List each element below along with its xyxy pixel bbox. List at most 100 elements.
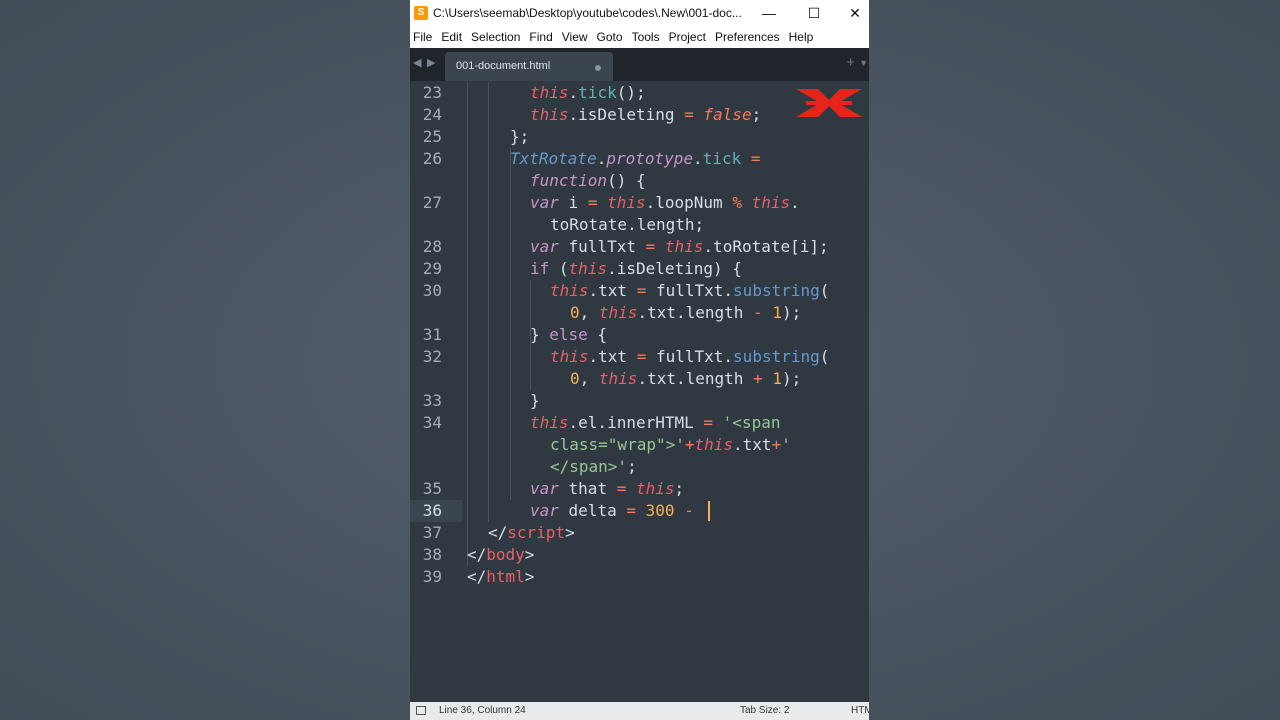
code-token: tick [702, 149, 742, 168]
code-token: else [549, 325, 588, 344]
code-line[interactable]: this.el.innerHTML = '<span [530, 412, 780, 434]
tab-size[interactable]: Tab Size: 2 [740, 705, 789, 716]
code-token: % [732, 193, 742, 212]
menu-edit[interactable]: Edit [441, 30, 468, 44]
menu-view[interactable]: View [562, 30, 594, 44]
minimize-button[interactable]: — [749, 0, 789, 26]
code-token: .el.innerHTML [568, 413, 704, 432]
code-token: .txt [733, 435, 772, 454]
code-token: var [530, 193, 559, 212]
code-line[interactable]: var i = this.loopNum % this. [530, 192, 800, 214]
code-line[interactable]: </body> [467, 544, 534, 566]
code-line[interactable]: </span>'; [550, 456, 637, 478]
channel-logo-icon [796, 89, 862, 117]
code-token: } [530, 325, 550, 344]
code-token: = [626, 501, 636, 520]
code-token: i [558, 193, 588, 212]
panel-toggle-icon[interactable] [416, 706, 426, 715]
code-line[interactable]: class="wrap">'+this.txt+' [550, 434, 791, 456]
title-bar[interactable]: S C:\Users\seemab\Desktop\youtube\codes\… [410, 0, 869, 26]
new-tab-icon[interactable]: + [846, 54, 855, 71]
code-token: this [751, 193, 791, 212]
indent-guide [510, 148, 511, 500]
menu-selection[interactable]: Selection [471, 30, 526, 44]
code-token: ( [549, 259, 569, 278]
code-token: '<span [722, 413, 781, 432]
code-token: this [664, 237, 704, 256]
code-line[interactable]: </html> [467, 566, 534, 588]
maximize-button[interactable]: ☐ [794, 0, 834, 26]
code-line[interactable]: 0, this.txt.length - 1); [570, 302, 801, 324]
code-line[interactable]: TxtRotate.prototype.tick = [510, 148, 761, 170]
code-line[interactable]: }; [510, 126, 529, 148]
indent-guide [488, 82, 489, 522]
code-editor[interactable]: 23 24 25 26 27 28 29 30 31 32 33 34 35 36 37 38 39 this.… [410, 81, 869, 702]
menu-project[interactable]: Project [669, 30, 712, 44]
code-line[interactable]: this.tick(); [530, 82, 646, 104]
code-token: this [530, 83, 569, 102]
code-token: false [703, 105, 752, 124]
menu-tools[interactable]: Tools [632, 30, 666, 44]
code-line[interactable]: } else { [530, 324, 607, 346]
code-line[interactable]: var delta = 300 - [530, 500, 694, 522]
code-token: = [684, 105, 694, 124]
code-line[interactable]: this.isDeleting = false; [530, 104, 761, 126]
code-line[interactable]: } [530, 390, 540, 412]
sublime-text-window: S C:\Users\seemab\Desktop\youtube\codes\… [410, 0, 869, 720]
code-token: this [550, 347, 589, 366]
code-token: substring [733, 281, 820, 300]
code-line[interactable]: </script> [488, 522, 575, 544]
code-token: { [587, 325, 608, 344]
syntax-label[interactable]: HTML [851, 705, 869, 716]
unsaved-dot-icon[interactable] [595, 65, 601, 71]
code-token: if [530, 259, 550, 278]
code-token: function [530, 171, 608, 190]
code-token: delta [558, 501, 627, 520]
code-token: var [530, 237, 559, 256]
tab-next-icon[interactable]: ▶ [427, 56, 435, 69]
code-token: this [635, 479, 675, 498]
code-token: TxtRotate [510, 149, 597, 168]
code-line[interactable]: toRotate.length; [550, 214, 704, 236]
code-line[interactable]: 0, this.txt.length + 1); [570, 368, 801, 390]
tab-001-document[interactable]: 001-document.html [445, 52, 613, 81]
code-token: script [507, 523, 566, 542]
code-token: ); [781, 369, 802, 388]
code-token: ( [819, 281, 830, 300]
tab-dropdown-icon[interactable]: ▼ [859, 58, 868, 68]
code-line[interactable]: var that = this; [530, 478, 684, 500]
code-token: .txt [588, 281, 637, 300]
code-line[interactable]: if (this.isDeleting) { [530, 258, 742, 280]
cursor-position[interactable]: Line 36, Column 24 [439, 705, 526, 716]
code-line[interactable]: this.txt = fullTxt.substring( [550, 346, 829, 368]
menu-find[interactable]: Find [529, 30, 558, 44]
menu-file[interactable]: File [413, 30, 438, 44]
menu-preferences[interactable]: Preferences [715, 30, 786, 44]
code-line[interactable]: function() { [530, 170, 646, 192]
code-line[interactable]: this.txt = fullTxt.substring( [550, 280, 829, 302]
code-token: toRotate.length; [550, 215, 705, 234]
code-token: () { [607, 171, 646, 190]
code-token: fullTxt. [646, 281, 734, 300]
code-token: fullTxt. [646, 347, 734, 366]
tab-prev-icon[interactable]: ◀ [413, 56, 421, 69]
code-line[interactable]: var fullTxt = this.toRotate[i]; [530, 236, 829, 258]
code-token: ; [674, 479, 685, 498]
code-token: > [524, 567, 535, 586]
menu-bar: File Edit Selection Find View Goto Tools… [410, 26, 869, 48]
code-token: ); [781, 303, 802, 322]
code-token: tick [578, 83, 617, 102]
code-token: + [771, 435, 782, 454]
code-area[interactable]: this.tick(); this.isDeleting = false;}; Tx… [410, 81, 869, 702]
code-token: 0 [570, 369, 580, 388]
code-token: substring [733, 347, 820, 366]
code-token: = [750, 149, 761, 168]
code-token: > [565, 523, 575, 542]
menu-help[interactable]: Help [789, 30, 820, 44]
close-button[interactable]: ✕ [839, 0, 869, 26]
menu-goto[interactable]: Goto [597, 30, 629, 44]
